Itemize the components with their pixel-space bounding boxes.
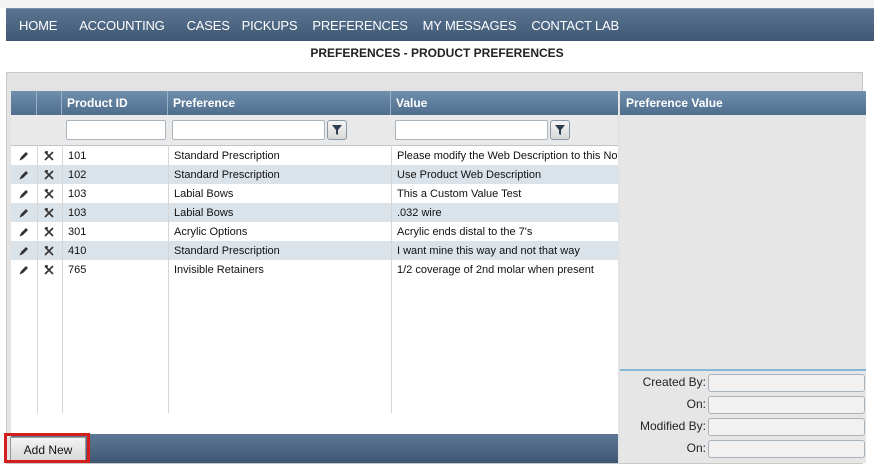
- cell-value: Acrylic ends distal to the 7's: [397, 226, 533, 238]
- table-row[interactable]: 101 Standard Prescription Please modify th…: [11, 146, 618, 166]
- grid-divider: [62, 145, 63, 413]
- cell-preference: Acrylic Options: [174, 226, 248, 238]
- table-row[interactable]: 301 Acrylic Options Acrylic ends distal to…: [11, 222, 618, 242]
- cell-preference: Invisible Retainers: [174, 264, 264, 276]
- preference-filter-button[interactable]: [327, 120, 347, 140]
- nav-accounting[interactable]: ACCOUNTING: [79, 18, 165, 33]
- x-delete-icon[interactable]: [41, 224, 57, 240]
- grid-footer: [11, 434, 618, 463]
- nav-pickups[interactable]: PICKUPS: [242, 18, 298, 33]
- main-panel: Product ID Preference Value 101 Standard …: [6, 72, 866, 464]
- cell-product-id: 103: [68, 207, 87, 219]
- modified-by-field[interactable]: [708, 418, 865, 436]
- modified-on-label: On:: [686, 441, 706, 455]
- pencil-icon[interactable]: [16, 167, 32, 183]
- nav-my-messages[interactable]: MY MESSAGES: [423, 18, 517, 33]
- x-delete-icon[interactable]: [41, 243, 57, 259]
- table-row[interactable]: 102 Standard Prescription Use Product Web …: [11, 165, 618, 185]
- cell-preference: Labial Bows: [174, 207, 234, 219]
- highlight-outline: [4, 433, 90, 463]
- grid-divider: [37, 145, 38, 413]
- pencil-icon[interactable]: [16, 148, 32, 164]
- cell-product-id: 102: [68, 169, 87, 181]
- product-id-filter-input[interactable]: [66, 120, 166, 140]
- grid-divider: [391, 145, 392, 413]
- funnel-filter-icon: [555, 125, 565, 135]
- created-on-label: On:: [686, 397, 706, 411]
- nav-contact-lab[interactable]: CONTACT LAB: [531, 18, 619, 33]
- header-preference[interactable]: Preference: [168, 91, 391, 115]
- preference-value-title: Preference Value: [620, 91, 866, 115]
- table-row[interactable]: 410 Standard Prescription I want mine this…: [11, 241, 618, 261]
- cell-product-id: 301: [68, 226, 87, 238]
- cell-product-id: 410: [68, 245, 87, 257]
- pencil-icon[interactable]: [16, 205, 32, 221]
- x-delete-icon[interactable]: [41, 167, 57, 183]
- main-nav: HOME ACCOUNTING CASES PICKUPS PREFERENCE…: [6, 8, 874, 41]
- cell-product-id: 101: [68, 150, 87, 162]
- header-edit-col: [11, 91, 37, 115]
- x-delete-icon[interactable]: [41, 262, 57, 278]
- funnel-filter-icon: [332, 125, 342, 135]
- page-title: PREFERENCES - PRODUCT PREFERENCES: [310, 46, 564, 60]
- cell-value: .032 wire: [397, 207, 442, 219]
- pencil-icon[interactable]: [16, 262, 32, 278]
- value-filter-input[interactable]: [395, 120, 548, 140]
- cell-value: Please modify the Web Description to thi…: [397, 150, 618, 162]
- cell-preference: Labial Bows: [174, 188, 234, 200]
- cell-preference: Standard Prescription: [174, 245, 280, 257]
- cell-product-id: 103: [68, 188, 87, 200]
- cell-preference: Standard Prescription: [174, 150, 280, 162]
- table-row[interactable]: 103 Labial Bows This a Custom Value Test: [11, 184, 618, 204]
- nav-home[interactable]: HOME: [19, 18, 57, 33]
- created-by-field[interactable]: [708, 374, 865, 392]
- grid-divider: [168, 145, 169, 413]
- x-delete-icon[interactable]: [41, 186, 57, 202]
- modified-on-field[interactable]: [708, 440, 865, 458]
- grid-header: Product ID Preference Value: [11, 91, 618, 115]
- nav-preferences[interactable]: PREFERENCES: [312, 18, 408, 33]
- modified-by-label: Modified By:: [639, 419, 706, 433]
- cell-value: I want mine this way and not that way: [397, 245, 580, 257]
- preferences-grid: Product ID Preference Value 101 Standard …: [11, 91, 618, 463]
- nav-cases[interactable]: CASES: [187, 18, 230, 33]
- table-row[interactable]: 765 Invisible Retainers 1/2 coverage of 2n…: [11, 260, 618, 280]
- created-on-field[interactable]: [708, 396, 865, 414]
- pencil-icon[interactable]: [16, 243, 32, 259]
- header-delete-col: [37, 91, 62, 115]
- created-by-label: Created By:: [642, 375, 706, 389]
- x-delete-icon[interactable]: [41, 205, 57, 221]
- cell-value: This a Custom Value Test: [397, 188, 522, 200]
- x-delete-icon[interactable]: [41, 148, 57, 164]
- preference-value-panel: Preference Value Created By: On: Modifie…: [620, 91, 866, 463]
- cell-preference: Standard Prescription: [174, 169, 280, 181]
- pencil-icon[interactable]: [16, 224, 32, 240]
- value-filter-button[interactable]: [550, 120, 570, 140]
- table-row[interactable]: 103 Labial Bows .032 wire: [11, 203, 618, 223]
- cell-value: 1/2 coverage of 2nd molar when present: [397, 264, 594, 276]
- filter-row: [11, 115, 618, 146]
- pencil-icon[interactable]: [16, 186, 32, 202]
- cell-product-id: 765: [68, 264, 87, 276]
- preference-filter-input[interactable]: [172, 120, 325, 140]
- top-strip: [0, 0, 874, 8]
- panel-separator: [620, 369, 866, 371]
- header-product-id[interactable]: Product ID: [62, 91, 168, 115]
- header-value[interactable]: Value: [391, 91, 618, 115]
- cell-value: Use Product Web Description: [397, 169, 542, 181]
